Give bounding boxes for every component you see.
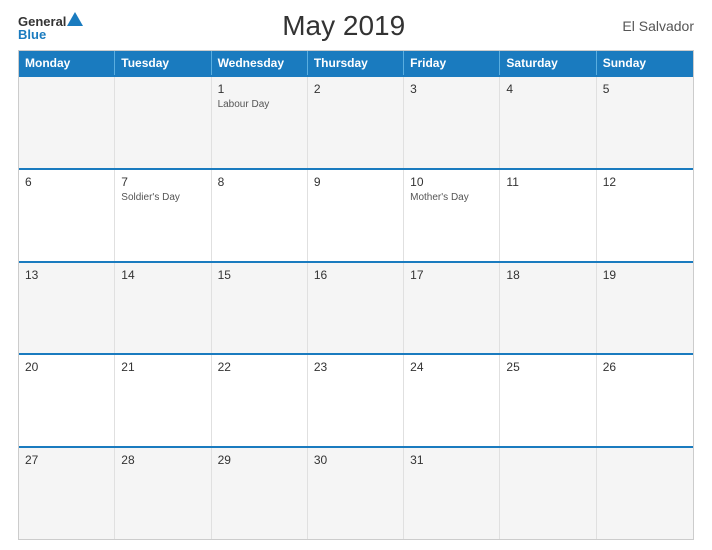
calendar-row: 13 14 15 16 17 18 19 — [19, 261, 693, 354]
calendar-cell: 8 — [212, 170, 308, 261]
calendar-cell: 27 — [19, 448, 115, 539]
calendar-cell: 25 — [500, 355, 596, 446]
calendar-cell: 1 Labour Day — [212, 77, 308, 168]
cell-day-number: 11 — [506, 175, 589, 189]
cell-day-number: 12 — [603, 175, 687, 189]
cell-day-number: 17 — [410, 268, 493, 282]
calendar-cell — [19, 77, 115, 168]
cell-day-number: 31 — [410, 453, 493, 467]
cell-holiday-label: Labour Day — [218, 98, 301, 111]
calendar-cell: 21 — [115, 355, 211, 446]
cell-day-number: 7 — [121, 175, 204, 189]
calendar-cell — [597, 448, 693, 539]
cell-day-number: 22 — [218, 360, 301, 374]
cell-day-number: 10 — [410, 175, 493, 189]
calendar-cell: 13 — [19, 263, 115, 354]
calendar-cell: 22 — [212, 355, 308, 446]
calendar-cell: 20 — [19, 355, 115, 446]
calendar-cell: 5 — [597, 77, 693, 168]
calendar-header: MondayTuesdayWednesdayThursdayFridaySatu… — [19, 51, 693, 75]
cell-day-number: 13 — [25, 268, 108, 282]
cell-day-number: 24 — [410, 360, 493, 374]
calendar-cell — [115, 77, 211, 168]
calendar-cell: 26 — [597, 355, 693, 446]
calendar-cell: 18 — [500, 263, 596, 354]
day-of-week-header: Monday — [19, 51, 115, 75]
calendar-cell: 6 — [19, 170, 115, 261]
cell-day-number: 19 — [603, 268, 687, 282]
calendar: MondayTuesdayWednesdayThursdayFridaySatu… — [18, 50, 694, 540]
cell-day-number: 1 — [218, 82, 301, 96]
cell-day-number: 6 — [25, 175, 108, 189]
day-of-week-header: Saturday — [500, 51, 596, 75]
calendar-cell: 7 Soldier's Day — [115, 170, 211, 261]
calendar-body: 1Labour Day234567Soldier's Day8910Mother… — [19, 75, 693, 539]
cell-day-number: 29 — [218, 453, 301, 467]
cell-day-number: 4 — [506, 82, 589, 96]
cell-day-number: 20 — [25, 360, 108, 374]
cell-day-number: 16 — [314, 268, 397, 282]
cell-day-number: 3 — [410, 82, 493, 96]
calendar-cell: 9 — [308, 170, 404, 261]
calendar-cell: 19 — [597, 263, 693, 354]
calendar-cell: 28 — [115, 448, 211, 539]
calendar-cell: 30 — [308, 448, 404, 539]
calendar-cell: 29 — [212, 448, 308, 539]
calendar-row: 1 Labour Day 2345 — [19, 75, 693, 168]
logo-general-text: General — [18, 15, 66, 28]
cell-day-number: 26 — [603, 360, 687, 374]
day-of-week-header: Thursday — [308, 51, 404, 75]
calendar-cell: 17 — [404, 263, 500, 354]
calendar-cell: 14 — [115, 263, 211, 354]
logo: General Blue — [18, 12, 83, 41]
calendar-cell: 16 — [308, 263, 404, 354]
logo-triangle-icon — [67, 12, 83, 26]
calendar-cell: 12 — [597, 170, 693, 261]
cell-day-number: 28 — [121, 453, 204, 467]
cell-day-number: 18 — [506, 268, 589, 282]
cell-day-number: 5 — [603, 82, 687, 96]
cell-day-number: 23 — [314, 360, 397, 374]
cell-day-number: 9 — [314, 175, 397, 189]
cell-day-number: 21 — [121, 360, 204, 374]
calendar-row: 27 28 29 30 31 — [19, 446, 693, 539]
calendar-cell: 3 — [404, 77, 500, 168]
page: General Blue May 2019 El Salvador Monday… — [0, 0, 712, 550]
header: General Blue May 2019 El Salvador — [18, 10, 694, 42]
day-of-week-header: Wednesday — [212, 51, 308, 75]
calendar-cell: 10 Mother's Day — [404, 170, 500, 261]
cell-day-number: 15 — [218, 268, 301, 282]
country-label: El Salvador — [604, 18, 694, 34]
cell-day-number: 8 — [218, 175, 301, 189]
cell-day-number: 30 — [314, 453, 397, 467]
calendar-cell: 24 — [404, 355, 500, 446]
calendar-cell: 4 — [500, 77, 596, 168]
cell-holiday-label: Soldier's Day — [121, 191, 204, 204]
calendar-row: 20 21 22 23 24 25 26 — [19, 353, 693, 446]
cell-day-number: 2 — [314, 82, 397, 96]
cell-day-number: 25 — [506, 360, 589, 374]
cell-day-number: 14 — [121, 268, 204, 282]
calendar-row: 67 Soldier's Day 89 10 Mother's Day 11 12 — [19, 168, 693, 261]
calendar-cell: 23 — [308, 355, 404, 446]
cell-holiday-label: Mother's Day — [410, 191, 493, 204]
calendar-title: May 2019 — [83, 10, 604, 42]
day-of-week-header: Tuesday — [115, 51, 211, 75]
day-of-week-header: Friday — [404, 51, 500, 75]
calendar-cell: 2 — [308, 77, 404, 168]
calendar-cell: 11 — [500, 170, 596, 261]
calendar-cell: 31 — [404, 448, 500, 539]
logo-blue-text: Blue — [18, 28, 46, 41]
calendar-cell: 15 — [212, 263, 308, 354]
cell-day-number: 27 — [25, 453, 108, 467]
day-of-week-header: Sunday — [597, 51, 693, 75]
calendar-cell — [500, 448, 596, 539]
